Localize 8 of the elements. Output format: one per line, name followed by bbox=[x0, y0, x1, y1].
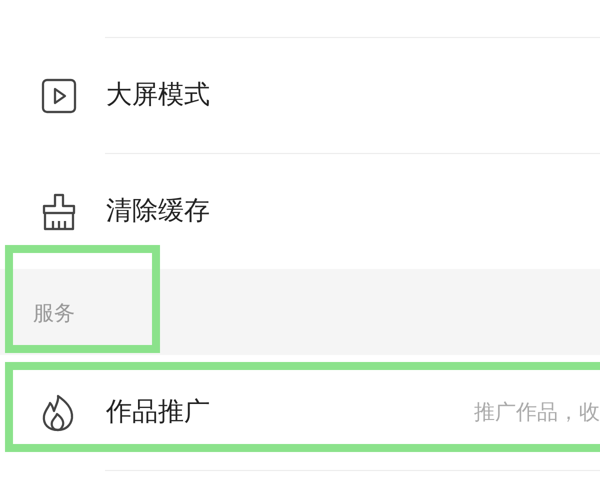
row-label[interactable]: 大屏模式 bbox=[106, 76, 210, 115]
row-label[interactable]: 清除缓存 bbox=[106, 192, 210, 231]
section-title: 服务 bbox=[33, 300, 75, 328]
flame-icon bbox=[40, 392, 76, 432]
row-detail: 推广作品，收 bbox=[473, 398, 600, 426]
play-icon bbox=[40, 76, 78, 114]
row-label[interactable]: 作品推广 bbox=[106, 393, 210, 432]
brush-icon bbox=[40, 192, 78, 232]
